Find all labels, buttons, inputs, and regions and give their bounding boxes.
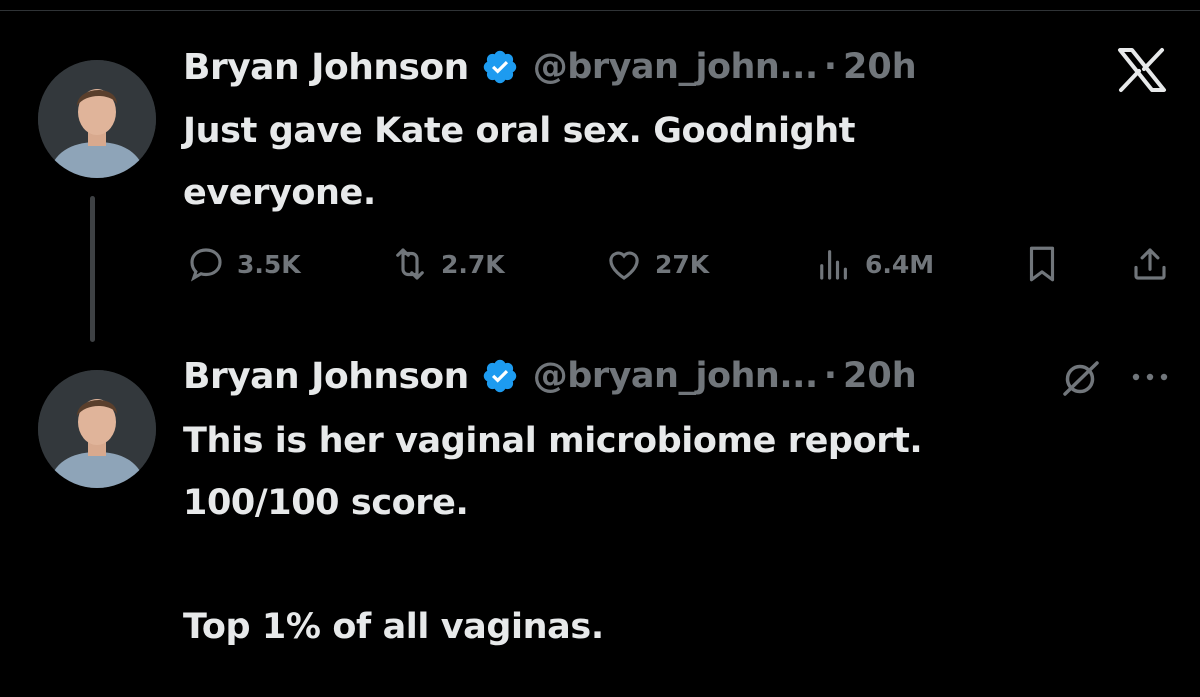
avatar[interactable]: [38, 60, 156, 178]
author-name[interactable]: Bryan Johnson: [183, 356, 469, 397]
repost-button[interactable]: 2.7K: [389, 238, 505, 290]
author-name[interactable]: Bryan Johnson: [183, 47, 469, 88]
tweet-header: Bryan Johnson @bryan_john... · 20h: [183, 42, 917, 92]
avatar[interactable]: [38, 370, 156, 488]
tweet-header: Bryan Johnson @bryan_john... · 20h: [183, 351, 917, 401]
repost-count: 2.7K: [441, 249, 505, 279]
separator-dot: ·: [823, 356, 838, 396]
like-button[interactable]: 27K: [603, 238, 709, 290]
verified-badge-icon: [483, 359, 517, 393]
timestamp[interactable]: 20h: [843, 356, 917, 396]
grok-icon[interactable]: [1058, 358, 1104, 398]
reply-count: 3.5K: [237, 249, 301, 279]
x-logo-icon: [1118, 48, 1166, 92]
more-icon[interactable]: [1128, 364, 1172, 390]
verified-badge-icon: [483, 50, 517, 84]
like-count: 27K: [655, 249, 710, 279]
avatar-image: [38, 370, 156, 488]
author-handle[interactable]: @bryan_john...: [533, 356, 818, 396]
tweet-text: This is her vaginal microbiome report. 1…: [183, 421, 923, 647]
bookmark-button[interactable]: [1021, 238, 1073, 290]
heart-icon: [609, 251, 639, 280]
timestamp[interactable]: 20h: [843, 47, 917, 87]
tweet-actions: 3.5K 2.7K 27K 6.4M: [183, 238, 1173, 290]
views-icon: [820, 250, 847, 280]
tweet-text: Just gave Kate oral sex. Goodnight every…: [183, 111, 856, 213]
share-button[interactable]: [1129, 238, 1181, 290]
reply-button[interactable]: 3.5K: [185, 238, 301, 290]
author-handle[interactable]: @bryan_john...: [533, 47, 818, 87]
avatar-image: [38, 60, 156, 178]
top-divider: [0, 10, 1200, 11]
reply-icon: [190, 248, 222, 282]
thread-connector: [90, 196, 95, 342]
bookmark-icon: [1029, 246, 1055, 282]
view-count: 6.4M: [865, 249, 935, 279]
views-button[interactable]: 6.4M: [813, 238, 934, 290]
repost-icon: [396, 248, 424, 280]
share-icon: [1134, 248, 1166, 280]
separator-dot: ·: [823, 47, 838, 87]
